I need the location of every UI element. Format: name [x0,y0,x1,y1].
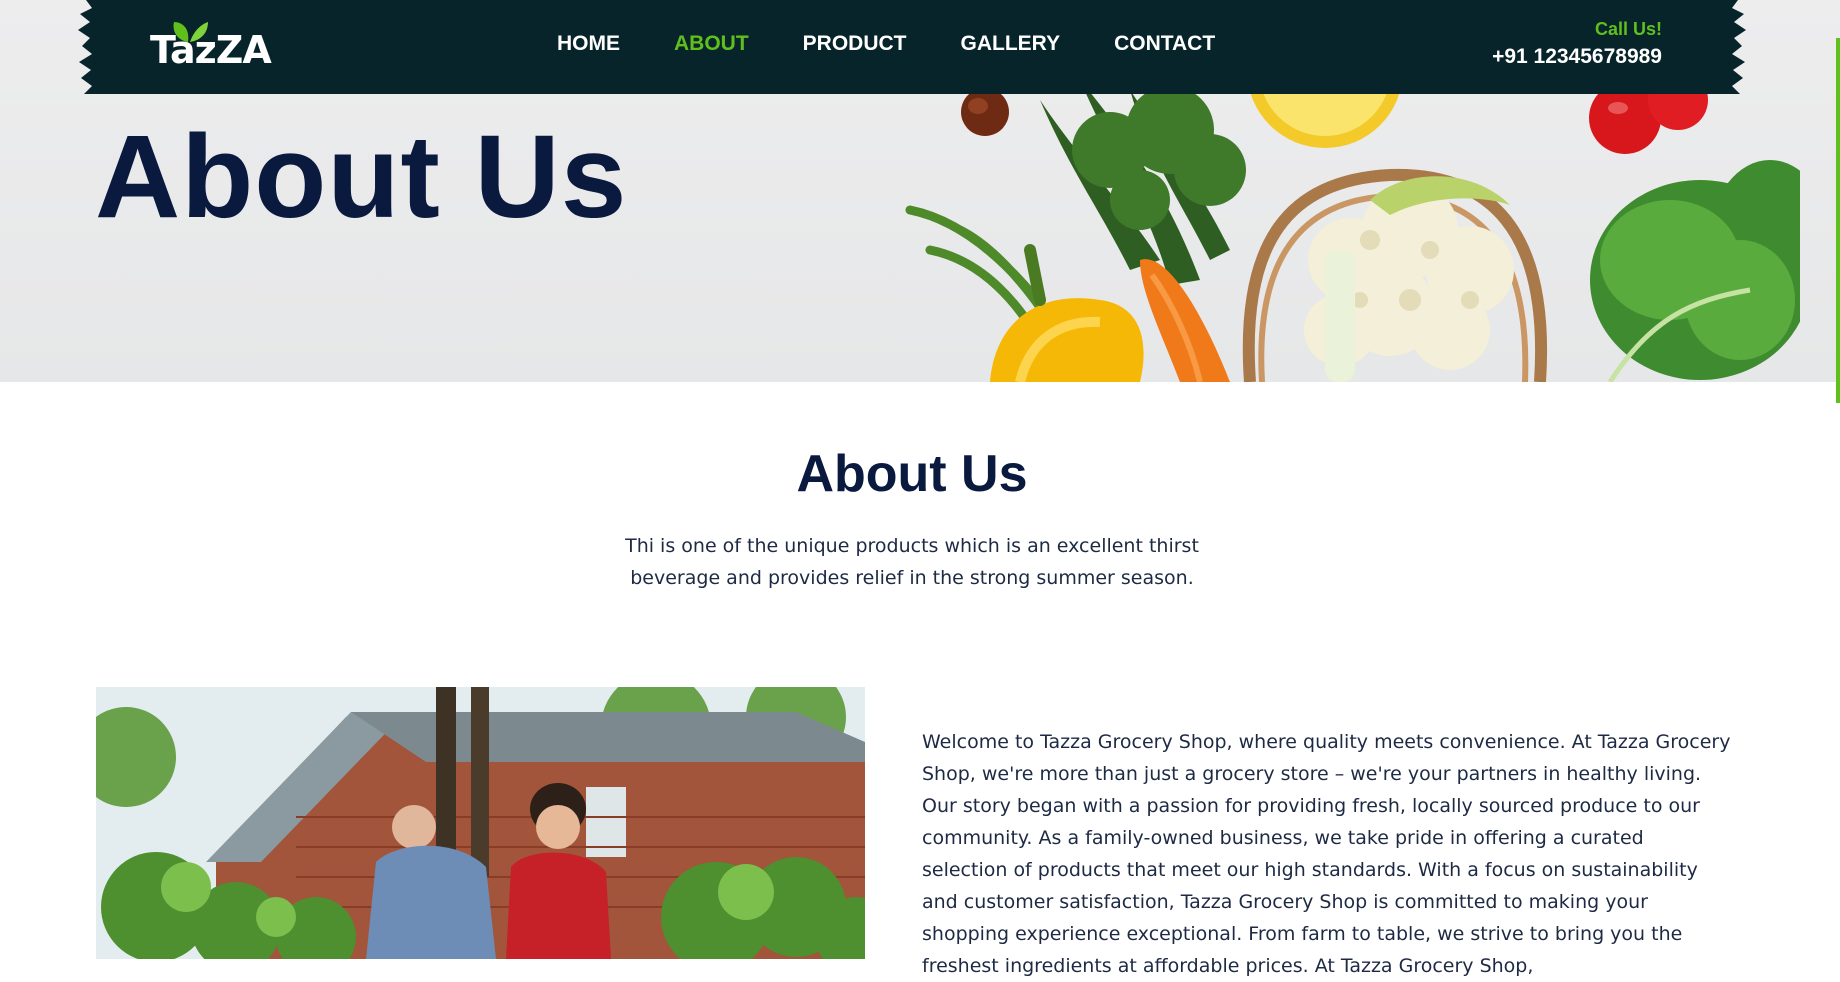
nav-item-gallery[interactable]: GALLERY [961,30,1061,58]
nav-item-product[interactable]: PRODUCT [803,30,907,58]
hero-title: About Us [95,111,628,243]
top-navigation: TazZA HOME ABOUT PRODUCT GALLERY CONTACT… [78,0,1746,94]
brush-edge-left [78,0,106,94]
nav-menu: HOME ABOUT PRODUCT GALLERY CONTACT [557,30,1269,58]
brush-edge-right [1718,0,1746,94]
gardening-photo [96,687,865,959]
section-subtitle: Thi is one of the unique products which … [625,535,1199,589]
section-title: About Us [796,445,1028,503]
phone-number[interactable]: +91 12345678989 [1492,45,1662,69]
nav-item-home[interactable]: HOME [557,30,620,58]
gardening-photo-art [96,687,865,959]
about-body-text: Welcome to Tazza Grocery Shop, where qua… [922,731,1731,977]
call-us-label: Call Us! [1594,19,1662,39]
scrollbar[interactable] [1836,38,1840,403]
logo[interactable]: TazZA [150,30,272,70]
nav-item-contact[interactable]: CONTACT [1114,30,1215,58]
nav-item-about[interactable]: ABOUT [674,30,749,58]
